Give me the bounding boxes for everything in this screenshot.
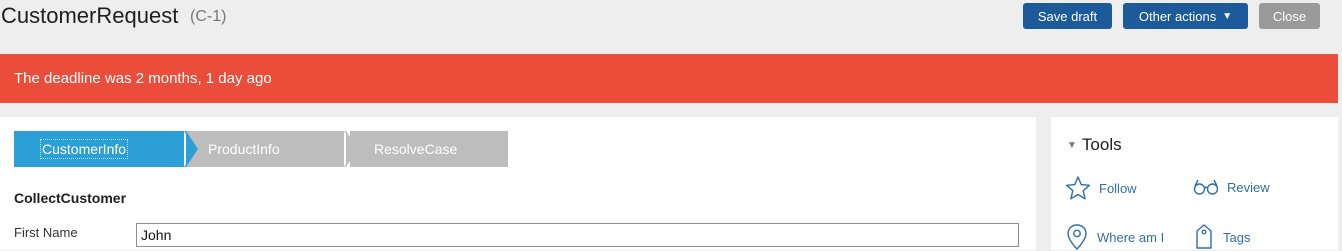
deadline-banner-text: The deadline was 2 months, 1 day ago — [14, 70, 272, 87]
other-actions-label: Other actions — [1138, 8, 1217, 24]
save-draft-button[interactable]: Save draft — [1023, 3, 1112, 29]
case-id: (C-1) — [190, 8, 227, 25]
caret-down-icon: ▼ — [1222, 10, 1233, 22]
stage-label: CustomerInfo — [39, 139, 129, 159]
other-actions-button[interactable]: Other actions ▼ — [1123, 3, 1248, 29]
where-am-i-label: Where am I — [1097, 229, 1165, 245]
location-pin-icon — [1067, 224, 1087, 250]
stage-resolvecase[interactable]: ResolveCase — [350, 131, 508, 167]
stage-arrow — [186, 131, 198, 167]
tools-header[interactable]: ▼ Tools — [1067, 135, 1122, 155]
tags-label: Tags — [1223, 229, 1251, 245]
review-label: Review — [1227, 179, 1270, 195]
case-header: CustomerRequest (C-1) Save draft Other a… — [0, 0, 1342, 54]
tag-icon — [1196, 224, 1212, 249]
main-panel: CustomerInfo ProductInfo ResolveCase Col… — [0, 117, 1036, 250]
page-title: CustomerRequest — [1, 3, 179, 28]
stage-productinfo[interactable]: ProductInfo — [186, 131, 346, 167]
follow-label: Follow — [1099, 180, 1137, 196]
tools-title: Tools — [1081, 135, 1122, 154]
stage-label: ResolveCase — [374, 141, 458, 157]
stage-customerinfo[interactable]: CustomerInfo — [14, 131, 186, 167]
close-button[interactable]: Close — [1259, 3, 1320, 29]
deadline-banner: The deadline was 2 months, 1 day ago — [0, 54, 1338, 103]
where-am-i-link[interactable]: Where am I — [1065, 223, 1164, 251]
first-name-label: First Name — [14, 225, 78, 240]
tags-link[interactable]: Tags — [1193, 223, 1250, 251]
follow-link[interactable]: Follow — [1065, 175, 1137, 201]
tools-panel: ▼ Tools Follow Review Where am I Tags — [1051, 117, 1338, 250]
stage-label: ProductInfo — [208, 141, 280, 157]
section-title: CollectCustomer — [14, 190, 127, 206]
star-icon — [1065, 176, 1091, 200]
stage-arrow — [346, 131, 358, 167]
collapse-triangle-icon: ▼ — [1067, 139, 1077, 151]
review-link[interactable]: Review — [1193, 177, 1270, 197]
first-name-input[interactable] — [136, 223, 1019, 247]
glasses-icon — [1193, 179, 1219, 195]
